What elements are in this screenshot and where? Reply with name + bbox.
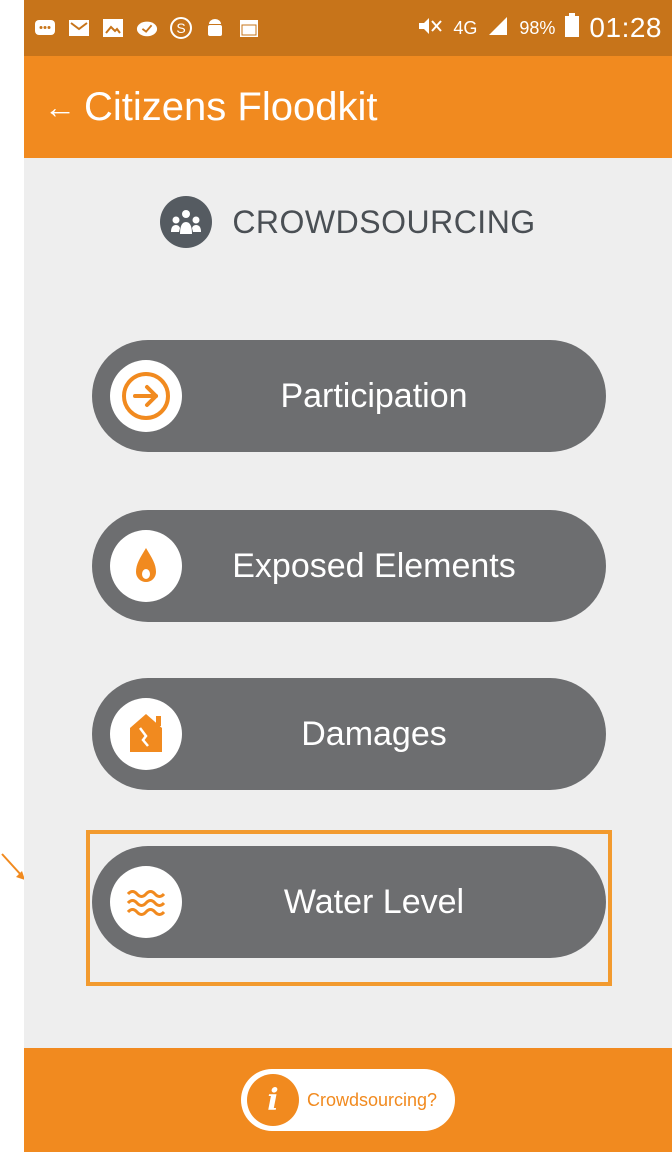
help-label: Crowdsourcing?: [306, 1089, 438, 1110]
water-level-label: Water Level: [283, 882, 465, 921]
left-margin: [0, 0, 24, 1152]
calendar-icon: [238, 17, 260, 39]
image-icon: [102, 17, 124, 39]
bottom-bar: i Crowdsourcing?: [24, 1048, 672, 1152]
svg-text:S: S: [176, 20, 185, 36]
participation-button[interactable]: Participation: [92, 340, 606, 452]
participation-label: Participation: [280, 376, 468, 415]
phone-screen: S 4G 98% 01:28 ← Citizens Floodkit CROWD…: [24, 0, 672, 1152]
section-header: CROWDSOURCING: [24, 190, 672, 254]
system-indicators: 4G 98% 01:28: [417, 12, 662, 44]
back-button[interactable]: ←: [40, 89, 80, 126]
exposed-elements-label: Exposed Elements: [232, 546, 516, 585]
gmail-icon: [68, 17, 90, 39]
status-bar: S 4G 98% 01:28: [24, 0, 672, 56]
crowdsourcing-help-button[interactable]: i Crowdsourcing?: [240, 1069, 456, 1131]
android-icon: [204, 17, 226, 39]
signal-icon: [487, 13, 509, 44]
damages-label: Damages: [301, 714, 447, 753]
damages-button[interactable]: Damages: [92, 678, 606, 790]
clock: 01:28: [589, 12, 662, 43]
network-type: 4G: [453, 17, 478, 38]
info-icon: i: [246, 1074, 299, 1126]
message-icon: [34, 17, 56, 39]
notification-icons: S: [34, 17, 260, 39]
water-level-button[interactable]: Water Level: [92, 846, 606, 958]
app-title: Citizens Floodkit: [84, 84, 378, 129]
exposed-elements-button[interactable]: Exposed Elements: [92, 510, 606, 622]
section-title: CROWDSOURCING: [232, 203, 536, 240]
cloud-check-icon: [136, 17, 158, 39]
battery-icon: [565, 12, 580, 44]
house-icon: [110, 698, 182, 770]
battery-percent: 98%: [519, 17, 556, 38]
mute-icon: [417, 13, 443, 44]
shazam-icon: S: [170, 17, 192, 39]
group-icon: [160, 196, 213, 248]
app-bar: ← Citizens Floodkit: [24, 56, 672, 158]
drop-icon: [110, 530, 182, 602]
arrow-right-icon: [110, 360, 182, 432]
waves-icon: [110, 866, 182, 938]
